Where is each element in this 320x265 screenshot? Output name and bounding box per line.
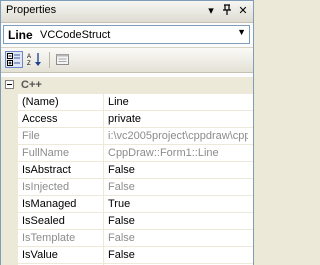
property-value: CppDraw::Form1::Line — [108, 147, 219, 159]
property-value[interactable]: False — [108, 249, 248, 261]
object-selector-combobox[interactable]: Line VCCodeStruct ▼ — [3, 25, 250, 44]
property-row[interactable]: FullName CppDraw::Form1::Line — [18, 145, 253, 162]
property-row[interactable]: IsManaged True — [18, 196, 253, 213]
property-value[interactable]: False — [108, 164, 248, 176]
property-row[interactable]: IsValue False — [18, 247, 253, 264]
alphabetical-icon: A Z — [27, 53, 41, 67]
property-row[interactable]: IsTemplate False — [18, 230, 253, 247]
property-row[interactable]: File i:\vc2005project\cppdraw\cpp — [18, 128, 253, 145]
property-value[interactable]: False — [108, 215, 248, 227]
property-name: IsAbstract — [22, 164, 71, 176]
properties-window: Properties ▾ ✕ Line VCCodeStruct ▼ A Z C… — [0, 0, 254, 265]
property-name: FullName — [22, 147, 70, 159]
collapse-toggle-icon[interactable] — [5, 80, 14, 89]
category-label: C++ — [21, 79, 42, 91]
property-name: IsSealed — [22, 215, 65, 227]
selected-object-type: VCCodeStruct — [40, 29, 111, 41]
property-pages-icon — [56, 54, 69, 65]
window-title: Properties — [6, 4, 57, 16]
selected-object-name: Line — [8, 28, 33, 42]
property-value[interactable]: private — [108, 113, 248, 125]
property-name: IsInjected — [22, 181, 70, 193]
properties-toolbar: A Z — [1, 47, 253, 73]
column-divider[interactable] — [103, 94, 104, 265]
property-grid: C++ (Name) Line Access private File i:\v… — [1, 77, 253, 265]
property-value: i:\vc2005project\cppdraw\cpp — [108, 130, 248, 142]
property-grid-gutter — [1, 94, 18, 265]
toolbar-separator — [49, 52, 50, 68]
property-value: False — [108, 181, 135, 193]
property-pages-button[interactable] — [54, 51, 72, 68]
property-row[interactable]: Access private — [18, 111, 253, 128]
window-position-dropdown-icon[interactable]: ▾ — [204, 4, 218, 18]
property-name: Access — [22, 113, 58, 125]
property-value[interactable]: Line — [108, 96, 248, 108]
property-row[interactable]: IsSealed False — [18, 213, 253, 230]
alphabetical-button[interactable]: A Z — [26, 51, 44, 68]
property-row[interactable]: IsInjected False — [18, 179, 253, 196]
auto-hide-pin-icon[interactable] — [220, 4, 234, 18]
title-bar[interactable]: Properties ▾ ✕ — [1, 1, 253, 23]
property-name: IsManaged — [22, 198, 77, 210]
category-row-cpp[interactable]: C++ — [1, 77, 253, 94]
property-name: IsTemplate — [22, 232, 76, 244]
property-row[interactable]: IsAbstract False — [18, 162, 253, 179]
categorized-button[interactable] — [5, 51, 23, 68]
categorized-icon — [7, 53, 20, 66]
property-value[interactable]: True — [108, 198, 248, 210]
property-value: False — [108, 232, 135, 244]
property-name: File — [22, 130, 40, 142]
property-row[interactable]: (Name) Line — [18, 94, 253, 111]
svg-text:A: A — [27, 54, 31, 60]
svg-text:Z: Z — [27, 61, 31, 67]
property-name: (Name) — [22, 96, 59, 108]
close-icon[interactable]: ✕ — [236, 4, 250, 18]
property-name: IsValue — [22, 249, 58, 261]
chevron-down-icon[interactable]: ▼ — [237, 27, 246, 37]
